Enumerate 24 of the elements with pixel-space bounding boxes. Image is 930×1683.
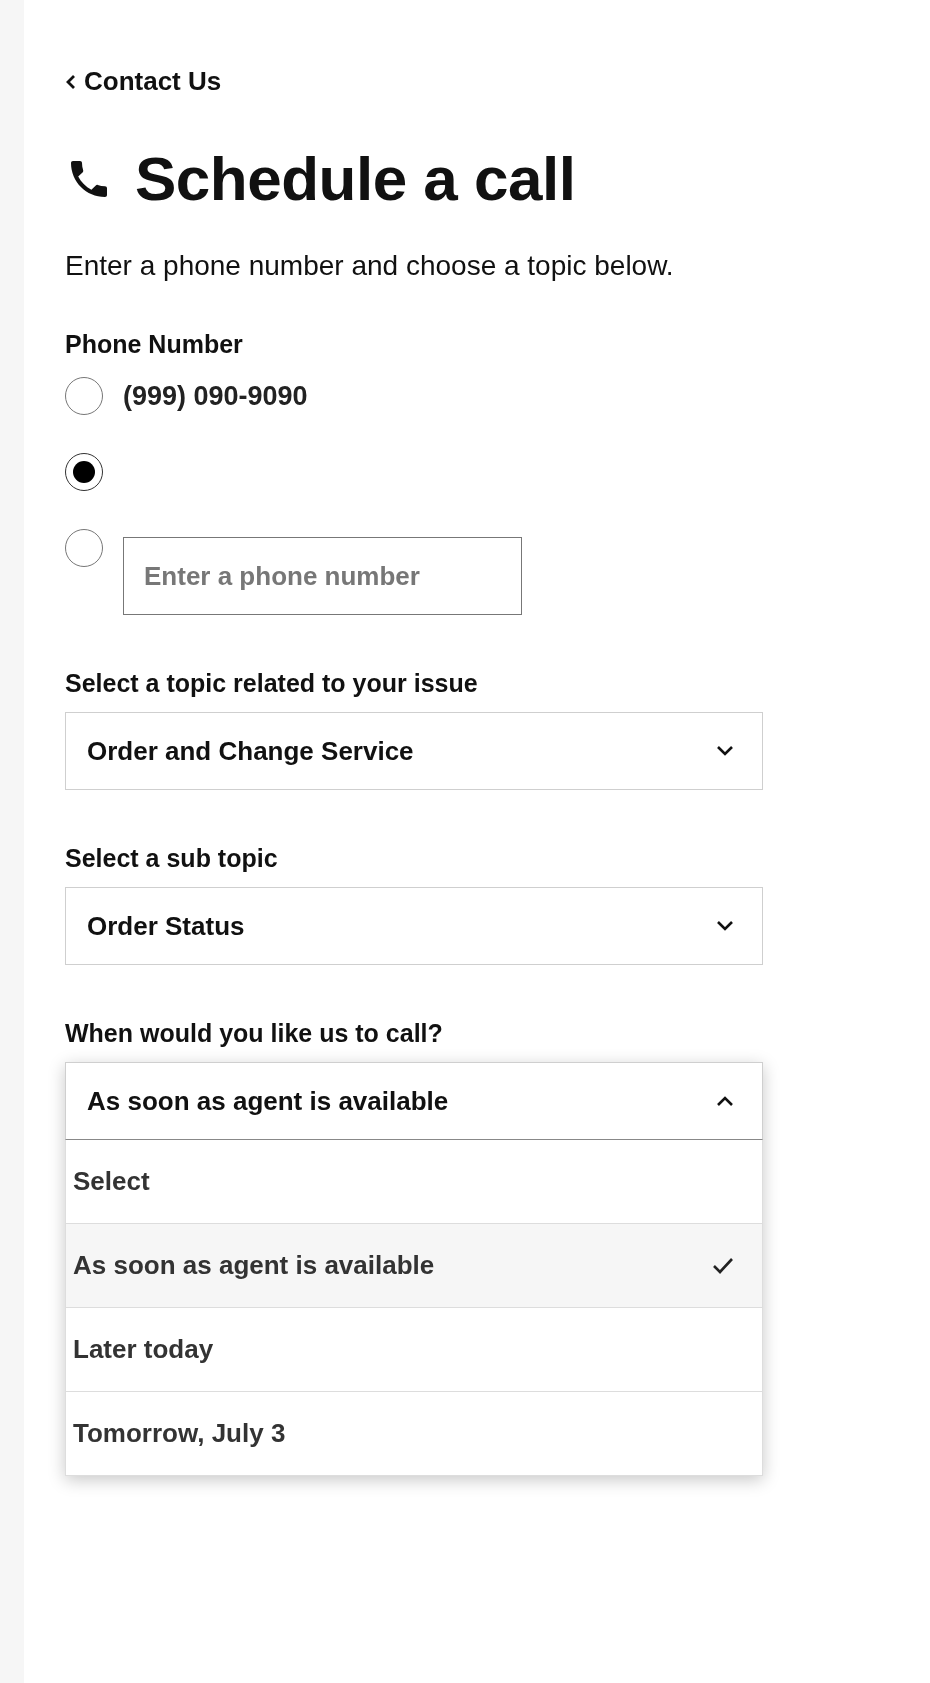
radio-button[interactable]: [65, 529, 103, 567]
radio-button[interactable]: [65, 377, 103, 415]
dropdown[interactable]: Order Status: [65, 887, 763, 965]
dropdown-option[interactable]: Later today: [65, 1308, 763, 1392]
chevron-up-icon: [716, 1095, 734, 1107]
field-label: Select a sub topic: [65, 844, 279, 873]
page-title: Schedule a call: [135, 143, 576, 214]
chevron-down-icon: [716, 745, 734, 757]
radio-button[interactable]: [65, 453, 103, 491]
chevron-left-icon: [65, 73, 76, 90]
check-icon: [712, 1256, 734, 1275]
dropdown-option[interactable]: Select: [65, 1140, 763, 1224]
dropdown-option[interactable]: As soon as agent is available: [65, 1224, 763, 1308]
chevron-down-icon: [716, 920, 734, 932]
field-label: When would you like us to call?: [65, 1019, 444, 1048]
dropdown-option[interactable]: Tomorrow, July 3: [65, 1392, 763, 1476]
field-label: Select a topic related to your issue: [65, 669, 479, 698]
phone-option: (999) 090-9090: [123, 377, 308, 415]
dropdown[interactable]: Order and Change Service: [65, 712, 763, 790]
intro-text: Enter a phone number and choose a topic below.: [65, 250, 675, 282]
field-label: Phone Number: [65, 330, 244, 359]
phone-input-field[interactable]: Enter a phone number: [123, 537, 522, 615]
dropdown[interactable]: As soon as agent is available: [65, 1062, 763, 1140]
back-link[interactable]: Contact Us: [65, 66, 222, 97]
